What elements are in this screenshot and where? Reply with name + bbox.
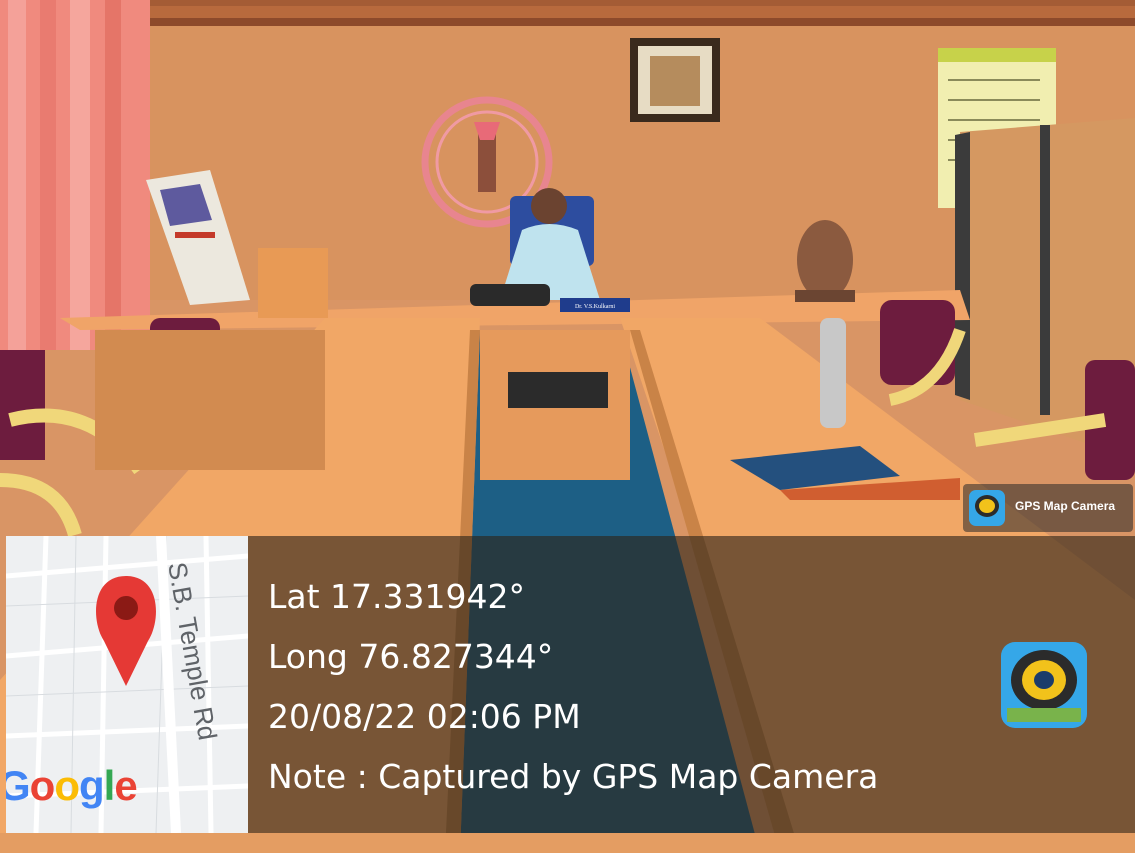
gps-map-camera-badge-label: GPS Map Camera (1015, 499, 1116, 513)
desk-nameplate: Dr. V.S.Kulkarni (560, 298, 630, 312)
curtain (0, 0, 150, 350)
note-text: Note : Captured by GPS Map Camera (268, 757, 879, 796)
photo-frame: Dr. V.S.Kulkarni S.B. Temple Rd Google L… (0, 0, 1135, 853)
datetime-text: 20/08/22 02:06 PM (268, 697, 581, 736)
map-thumbnail: S.B. Temple Rd Google (6, 536, 248, 833)
gps-map-camera-badge-icon (969, 490, 1005, 526)
gps-map-camera-app-icon (1001, 642, 1087, 728)
latitude-text: Lat 17.331942° (268, 577, 525, 616)
bag (470, 284, 550, 306)
file-holder (258, 248, 328, 318)
framed-portrait (630, 38, 720, 122)
water-bottle (820, 318, 846, 428)
projector (508, 372, 608, 408)
gps-map-camera-badge: GPS Map Camera (963, 484, 1133, 532)
svg-text:Dr. V.S.Kulkarni: Dr. V.S.Kulkarni (575, 304, 615, 310)
longitude-text: Long 76.827344° (268, 637, 554, 676)
gps-info-overlay: Lat 17.331942° Long 76.827344° 20/08/22 … (248, 536, 1135, 833)
google-logo: Google (6, 762, 138, 809)
